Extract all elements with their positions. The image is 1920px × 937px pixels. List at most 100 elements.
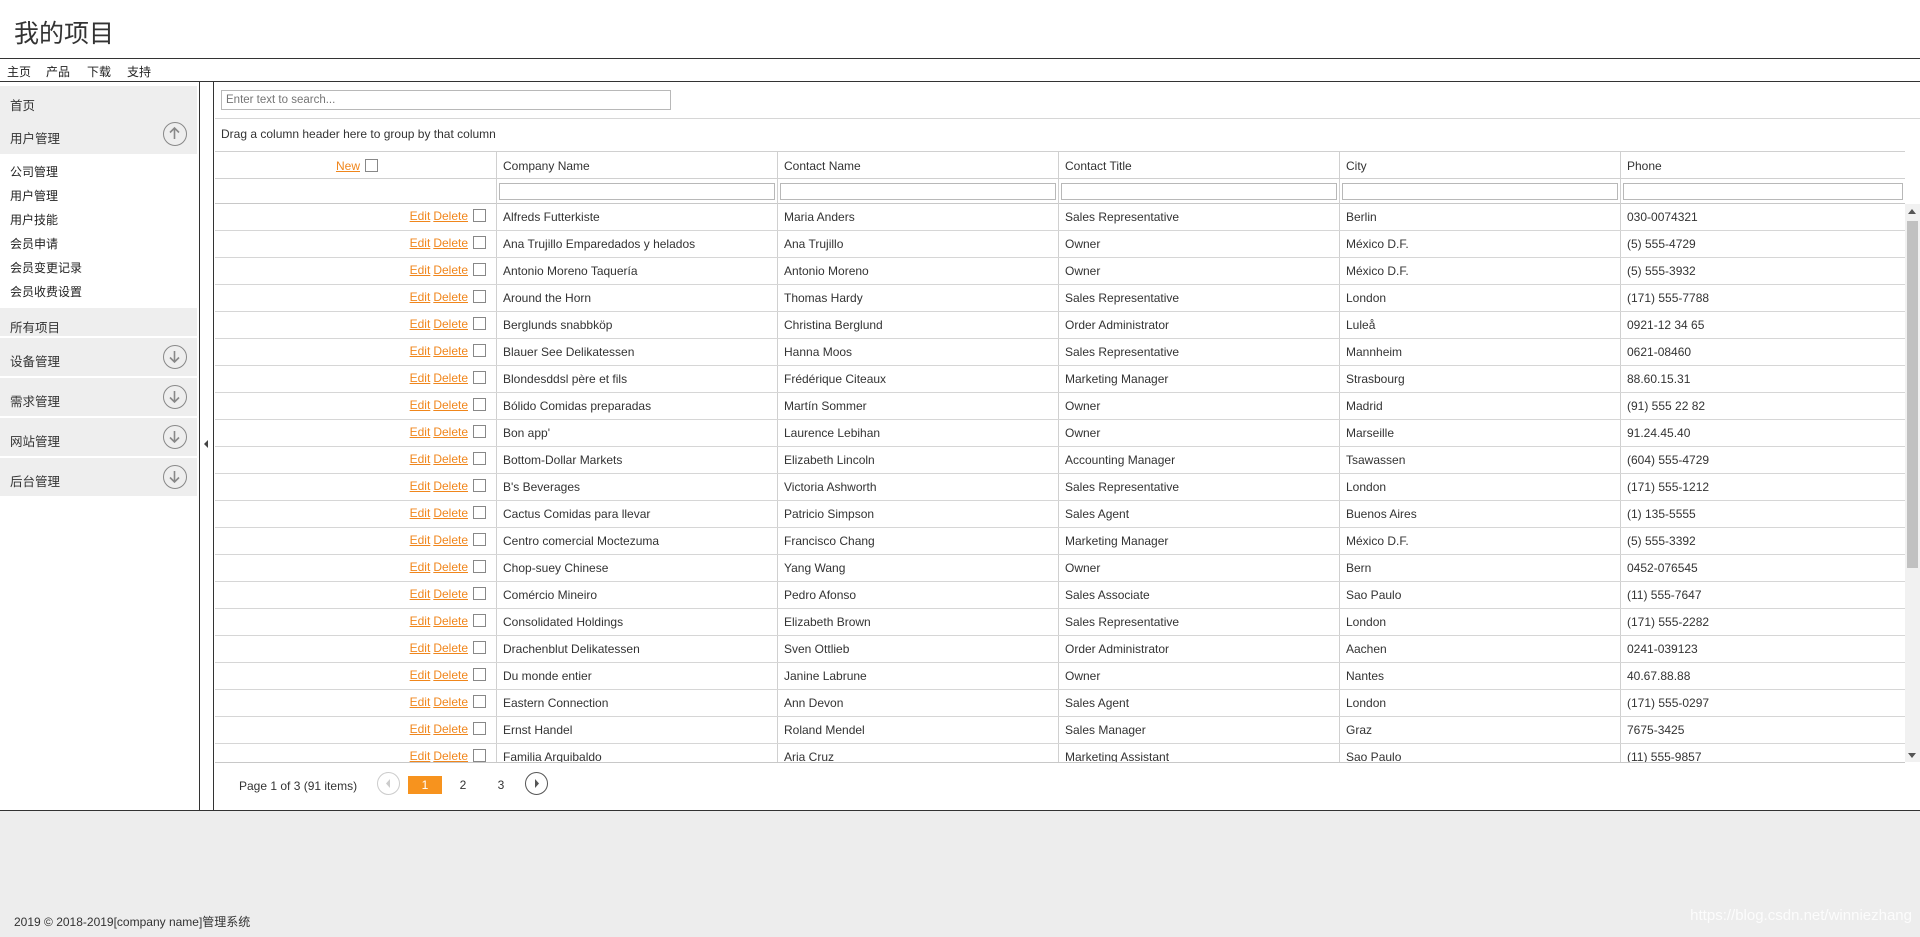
table-row[interactable]: Edit Delete Bon app' Laurence Lebihan Owner M… — [215, 420, 1905, 447]
sidebar-item-home[interactable]: 首页 — [0, 86, 197, 114]
expand-down-icon[interactable] — [163, 425, 187, 449]
search-input[interactable] — [221, 90, 671, 110]
column-header-city[interactable]: City — [1339, 152, 1620, 179]
row-select-checkbox[interactable] — [473, 344, 486, 357]
sidebar-subitem-users[interactable]: 用户管理 — [10, 187, 58, 204]
row-select-checkbox[interactable] — [473, 722, 486, 735]
expand-down-icon[interactable] — [163, 345, 187, 369]
table-row[interactable]: Edit Delete Bottom-Dollar Markets Elizabeth… — [215, 447, 1905, 474]
expand-down-icon[interactable] — [163, 465, 187, 489]
table-row[interactable]: Edit Delete Eastern Connection Ann Devon Sal… — [215, 690, 1905, 717]
table-row[interactable]: Edit Delete Drachenblut Delikatessen Sven O… — [215, 636, 1905, 663]
edit-link[interactable]: Edit — [410, 263, 431, 277]
row-select-checkbox[interactable] — [473, 290, 486, 303]
row-select-checkbox[interactable] — [473, 560, 486, 573]
edit-link[interactable]: Edit — [410, 506, 431, 520]
scroll-down-icon[interactable] — [1908, 753, 1916, 758]
table-row[interactable]: Edit Delete Blauer See Delikatessen Hanna M… — [215, 339, 1905, 366]
sidebar-subitem-member-apply[interactable]: 会员申请 — [10, 235, 58, 252]
table-row[interactable]: Edit Delete Blondesddsl père et fils Frédér… — [215, 366, 1905, 393]
delete-link[interactable]: Delete — [433, 506, 468, 520]
delete-link[interactable]: Delete — [433, 344, 468, 358]
sidebar-group-requirements[interactable]: 需求管理 — [0, 378, 197, 416]
expand-down-icon[interactable] — [163, 385, 187, 409]
menu-item-home[interactable]: 主页 — [7, 63, 31, 80]
delete-link[interactable]: Delete — [433, 209, 468, 223]
delete-link[interactable]: Delete — [433, 452, 468, 466]
filter-input-contact-name[interactable] — [780, 183, 1056, 200]
edit-link[interactable]: Edit — [410, 209, 431, 223]
menu-item-support[interactable]: 支持 — [127, 63, 151, 80]
delete-link[interactable]: Delete — [433, 722, 468, 736]
delete-link[interactable]: Delete — [433, 479, 468, 493]
row-select-checkbox[interactable] — [473, 236, 486, 249]
menu-item-downloads[interactable]: 下载 — [87, 63, 111, 80]
row-select-checkbox[interactable] — [473, 695, 486, 708]
row-select-checkbox[interactable] — [473, 209, 486, 222]
edit-link[interactable]: Edit — [410, 398, 431, 412]
delete-link[interactable]: Delete — [433, 317, 468, 331]
row-select-checkbox[interactable] — [473, 452, 486, 465]
edit-link[interactable]: Edit — [410, 668, 431, 682]
column-header-phone[interactable]: Phone — [1620, 152, 1905, 179]
delete-link[interactable]: Delete — [433, 614, 468, 628]
row-select-checkbox[interactable] — [473, 668, 486, 681]
sidebar-splitter[interactable] — [201, 82, 214, 810]
row-select-checkbox[interactable] — [473, 506, 486, 519]
edit-link[interactable]: Edit — [410, 749, 431, 762]
table-row[interactable]: Edit Delete Du monde entier Janine Labrune O… — [215, 663, 1905, 690]
menu-item-products[interactable]: 产品 — [46, 63, 70, 80]
sidebar-group-devices[interactable]: 设备管理 — [0, 338, 197, 376]
filter-input-company[interactable] — [499, 183, 775, 200]
edit-link[interactable]: Edit — [410, 587, 431, 601]
row-select-checkbox[interactable] — [473, 317, 486, 330]
edit-link[interactable]: Edit — [410, 695, 431, 709]
sidebar-subitem-skills[interactable]: 用户技能 — [10, 211, 58, 228]
edit-link[interactable]: Edit — [410, 290, 431, 304]
delete-link[interactable]: Delete — [433, 263, 468, 277]
pager-page-2[interactable]: 2 — [456, 776, 470, 794]
sidebar-group-user-mgmt[interactable]: 用户管理 — [0, 114, 197, 154]
table-row[interactable]: Edit Delete Berglunds snabbköp Christina Be… — [215, 312, 1905, 339]
delete-link[interactable]: Delete — [433, 371, 468, 385]
table-row[interactable]: Edit Delete Comércio Mineiro Pedro Afonso Sa… — [215, 582, 1905, 609]
grid-vertical-scrollbar[interactable] — [1905, 204, 1920, 762]
filter-input-contact-title[interactable] — [1061, 183, 1337, 200]
pager-page-1[interactable]: 1 — [408, 776, 442, 794]
collapse-left-icon[interactable] — [204, 440, 208, 448]
table-row[interactable]: Edit Delete Familia Arquibaldo Aria Cruz Mar… — [215, 744, 1905, 762]
table-row[interactable]: Edit Delete Centro comercial Moctezuma Fran… — [215, 528, 1905, 555]
new-link[interactable]: New — [336, 159, 360, 173]
filter-input-city[interactable] — [1342, 183, 1618, 200]
pager-page-3[interactable]: 3 — [494, 776, 508, 794]
edit-link[interactable]: Edit — [410, 641, 431, 655]
edit-link[interactable]: Edit — [410, 479, 431, 493]
delete-link[interactable]: Delete — [433, 695, 468, 709]
filter-input-phone[interactable] — [1623, 183, 1903, 200]
scroll-up-icon[interactable] — [1908, 209, 1916, 214]
row-select-checkbox[interactable] — [473, 425, 486, 438]
edit-link[interactable]: Edit — [410, 425, 431, 439]
table-row[interactable]: Edit Delete Cactus Comidas para llevar Patr… — [215, 501, 1905, 528]
delete-link[interactable]: Delete — [433, 425, 468, 439]
table-row[interactable]: Edit Delete Chop-suey Chinese Yang Wang Owne… — [215, 555, 1905, 582]
sidebar-item-all-projects[interactable]: 所有项目 — [0, 308, 197, 336]
edit-link[interactable]: Edit — [410, 614, 431, 628]
edit-link[interactable]: Edit — [410, 722, 431, 736]
table-row[interactable]: Edit Delete Around the Horn Thomas Hardy Sal… — [215, 285, 1905, 312]
delete-link[interactable]: Delete — [433, 290, 468, 304]
edit-link[interactable]: Edit — [410, 452, 431, 466]
pager-next-button[interactable] — [525, 772, 548, 795]
delete-link[interactable]: Delete — [433, 641, 468, 655]
row-select-checkbox[interactable] — [473, 263, 486, 276]
row-select-checkbox[interactable] — [473, 749, 486, 762]
table-row[interactable]: Edit Delete B's Beverages Victoria Ashworth… — [215, 474, 1905, 501]
sidebar-subitem-company[interactable]: 公司管理 — [10, 163, 58, 180]
row-select-checkbox[interactable] — [473, 371, 486, 384]
delete-link[interactable]: Delete — [433, 668, 468, 682]
sidebar-subitem-member-changes[interactable]: 会员变更记录 — [10, 259, 82, 276]
column-header-contact-title[interactable]: Contact Title — [1058, 152, 1339, 179]
collapse-up-icon[interactable] — [163, 122, 187, 146]
row-select-checkbox[interactable] — [473, 398, 486, 411]
table-row[interactable]: Edit Delete Alfreds Futterkiste Maria Ander… — [215, 204, 1905, 231]
